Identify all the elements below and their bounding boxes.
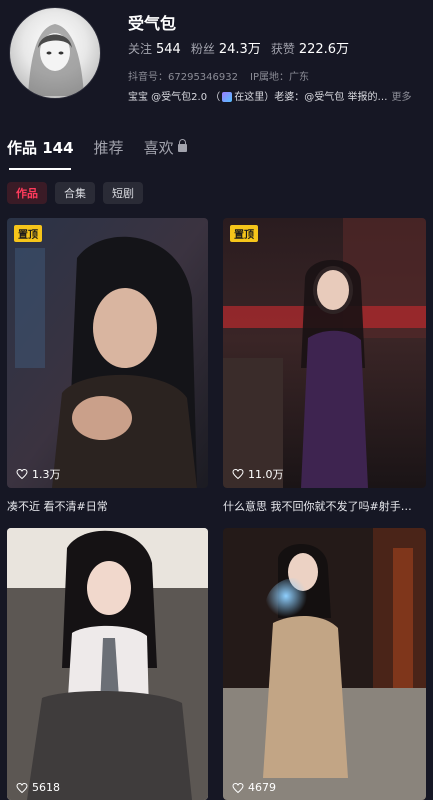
heart-icon [232,782,244,793]
sparkle-icon [222,92,233,102]
video-card[interactable]: 4679 [223,528,426,800]
profile-avatar[interactable] [9,7,101,99]
followers-label: 粉丝 [190,42,215,56]
bio-text-1: 宝宝 @受气包2.0 （ [128,92,221,103]
heart-icon [232,468,244,480]
video-thumbnail [7,218,208,488]
like-count-value: 1.3万 [32,468,61,481]
bio-text-2: 在这里）老婆：@受气包 举报的… [234,92,388,103]
bio-more-link[interactable]: 更多 [391,92,411,103]
like-count: 5618 [16,781,60,794]
tab-active-indicator [9,168,71,170]
like-count: 11.0万 [232,466,284,482]
tab-recommend[interactable]: 推荐 [94,137,124,158]
video-card[interactable]: 5618 [7,528,208,800]
following-label: 关注 [128,42,153,56]
video-caption[interactable]: 什么意思 我不回你就不发了吗#射手… [223,498,426,514]
chip-collections[interactable]: 合集 [55,182,95,204]
content-filter-chips: 作品 合集 短剧 [7,182,143,204]
following-count: 544 [156,42,181,57]
like-count-value: 11.0万 [248,468,284,481]
profile-bio[interactable]: 宝宝 @受气包2.0 （ 在这里）老婆：@受气包 举报的… 更多 [128,88,428,103]
followers-count: 24.3万 [218,42,261,57]
profile-tabs: 作品 144 推荐 喜欢 [7,137,187,158]
following-stat[interactable]: 关注 544 [128,40,181,57]
tab-works[interactable]: 作品 144 [7,137,74,158]
video-card[interactable]: 置顶 1.3万 [7,218,208,488]
tab-likes[interactable]: 喜欢 [144,137,187,158]
douyin-id[interactable]: 抖音号：67295346932 [128,68,238,83]
video-thumbnail [223,528,426,800]
chip-works[interactable]: 作品 [7,182,47,204]
profile-name: 受气包 [128,14,177,33]
pinned-badge: 置顶 [14,225,42,242]
followers-stat[interactable]: 粉丝 24.3万 [191,38,261,57]
profile-stats: 关注 544 粉丝 24.3万 获赞 222.6万 [128,38,349,57]
video-caption[interactable]: 凑不近 看不清#日常 [7,498,208,514]
profile-meta: 抖音号：67295346932 IP属地：广东 [128,68,309,83]
ip-location: IP属地：广东 [250,72,309,83]
video-thumbnail [223,218,426,488]
like-count: 1.3万 [16,466,61,482]
video-thumbnail [7,528,208,800]
heart-icon [16,782,28,793]
like-count: 4679 [232,781,276,794]
tab-likes-label: 喜欢 [143,139,174,157]
like-count-value: 5618 [32,781,60,794]
video-card[interactable]: 置顶 11.0万 [223,218,426,488]
lock-icon [177,139,187,152]
likes-label: 获赞 [270,42,295,56]
likes-count: 222.6万 [298,42,350,57]
like-count-value: 4679 [248,781,276,794]
pinned-badge: 置顶 [230,225,258,242]
chip-short-drama[interactable]: 短剧 [103,182,143,204]
likes-stat[interactable]: 获赞 222.6万 [271,38,349,57]
heart-icon [16,468,28,480]
